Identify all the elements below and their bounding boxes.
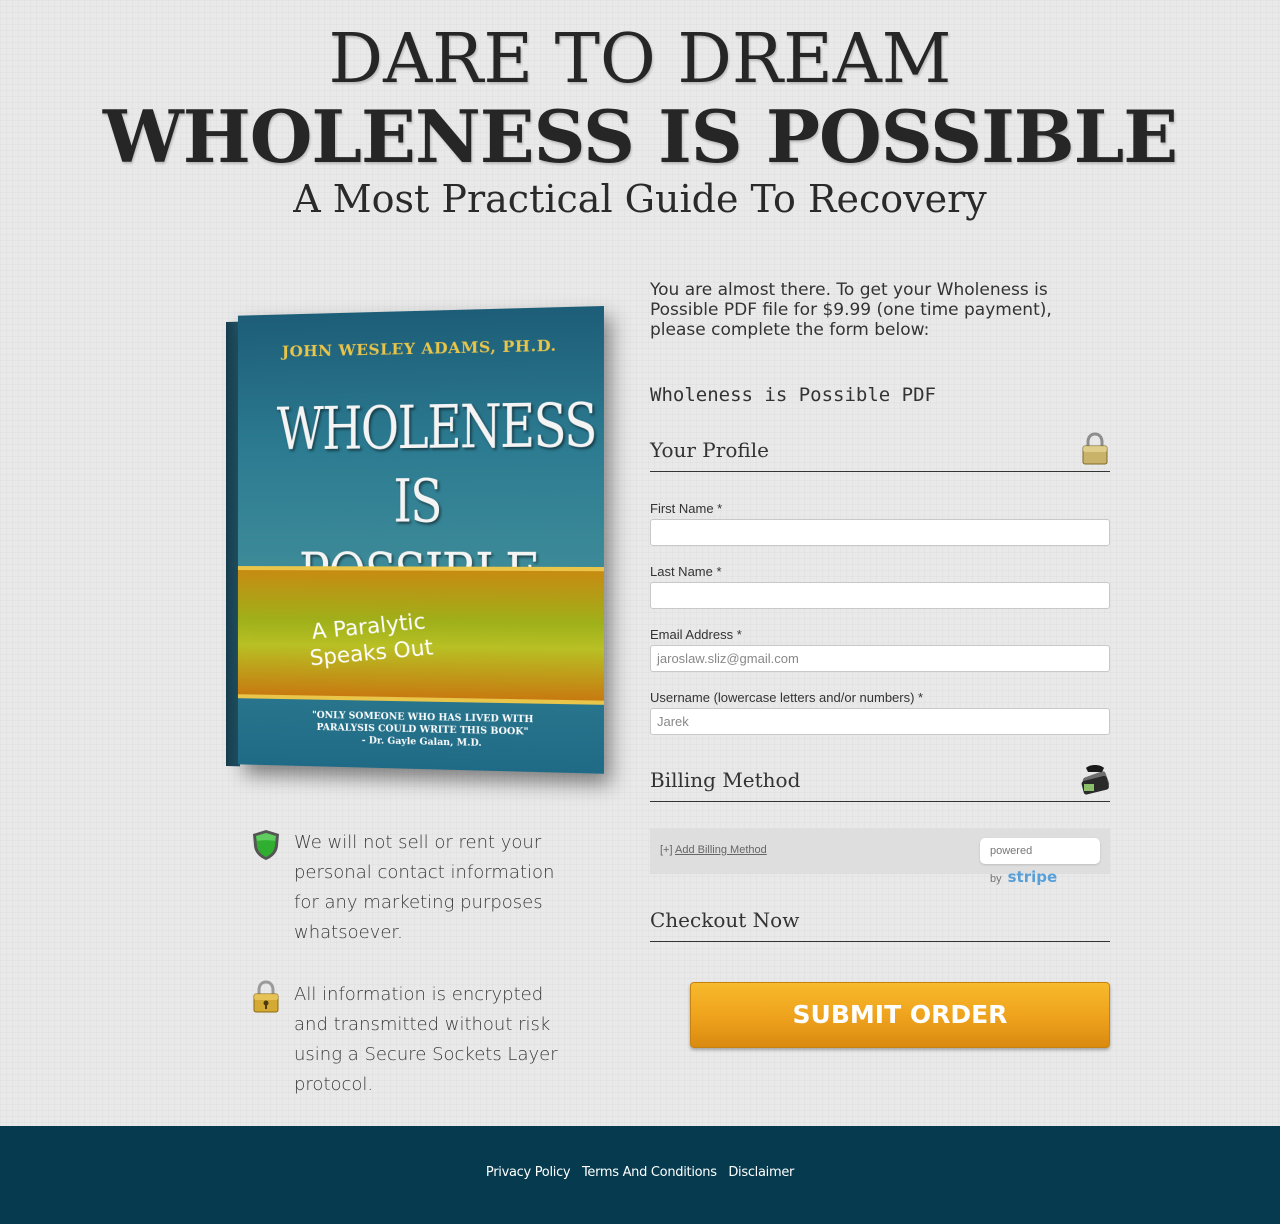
stripe-badge: powered by stripe <box>980 838 1100 886</box>
last-name-input[interactable] <box>650 582 1110 609</box>
footer: Privacy Policy Terms And Conditions Disc… <box>0 1126 1280 1224</box>
checkout-section-header: Checkout Now <box>650 902 1110 942</box>
book-front: JOHN WESLEY ADAMS, PH.D. WHOLENESS IS PO… <box>237 305 604 774</box>
profile-section-header: Your Profile <box>650 432 1110 472</box>
book-title-line-1: WHOLENESS <box>276 389 596 464</box>
book-quote: "ONLY SOMEONE WHO HAS LIVED WITH PARALYS… <box>288 709 559 752</box>
stripe-logo: stripe <box>1007 868 1058 886</box>
email-label: Email Address * <box>650 627 742 642</box>
submit-order-button[interactable]: SUBMIT ORDER <box>690 982 1110 1048</box>
username-label: Username (lowercase letters and/or numbe… <box>650 690 924 705</box>
first-name-input[interactable] <box>650 519 1110 546</box>
first-name-label: First Name * <box>650 501 723 516</box>
order-intro-text: You are almost there. To get your Wholen… <box>650 280 1052 340</box>
billing-section-header: Billing Method <box>650 762 1110 802</box>
footer-disclaimer-link[interactable]: Disclaimer <box>728 1165 794 1180</box>
padlock-icon <box>1080 432 1110 466</box>
padlock-icon <box>250 980 282 1014</box>
page-headline: DARE TO DREAM WHOLENESS IS POSSIBLE A Mo… <box>0 22 1280 222</box>
billing-prefix: [+] <box>660 844 673 856</box>
privacy-guarantee-text: We will not sell or rent your personal c… <box>294 832 555 943</box>
security-guarantee-text: All information is encrypted and transmi… <box>294 984 558 1095</box>
last-name-label: Last Name * <box>650 564 722 579</box>
profile-heading: Your Profile <box>650 438 769 462</box>
wallet-icon <box>1080 762 1110 796</box>
headline-subtitle: A Most Practical Guide To Recovery <box>293 177 987 221</box>
email-input[interactable]: jaroslaw.sliz@gmail.com <box>650 645 1110 672</box>
shield-icon <box>250 828 282 862</box>
book-cover-image: JOHN WESLEY ADAMS, PH.D. WHOLENESS IS PO… <box>226 305 606 780</box>
product-name: Wholeness is Possible PDF <box>650 384 936 406</box>
book-author: JOHN WESLEY ADAMS, PH.D. <box>281 336 557 361</box>
headline-line-2: WHOLENESS IS POSSIBLE <box>102 94 1178 179</box>
footer-links: Privacy Policy Terms And Conditions Disc… <box>0 1164 1280 1180</box>
checkout-heading: Checkout Now <box>650 908 800 932</box>
privacy-guarantee: We will not sell or rent your personal c… <box>250 828 570 948</box>
footer-terms-link[interactable]: Terms And Conditions <box>582 1165 717 1180</box>
security-guarantee: All information is encrypted and transmi… <box>250 980 570 1100</box>
footer-privacy-link[interactable]: Privacy Policy <box>486 1165 571 1180</box>
headline-line-1: DARE TO DREAM <box>328 20 952 99</box>
add-billing-method-link[interactable]: [+] Add Billing Method <box>660 844 767 856</box>
billing-link-text[interactable]: Add Billing Method <box>675 844 767 856</box>
billing-method-box: [+] Add Billing Method powered by stripe <box>650 828 1110 886</box>
billing-heading: Billing Method <box>650 768 801 792</box>
username-input[interactable]: Jarek <box>650 708 1110 735</box>
